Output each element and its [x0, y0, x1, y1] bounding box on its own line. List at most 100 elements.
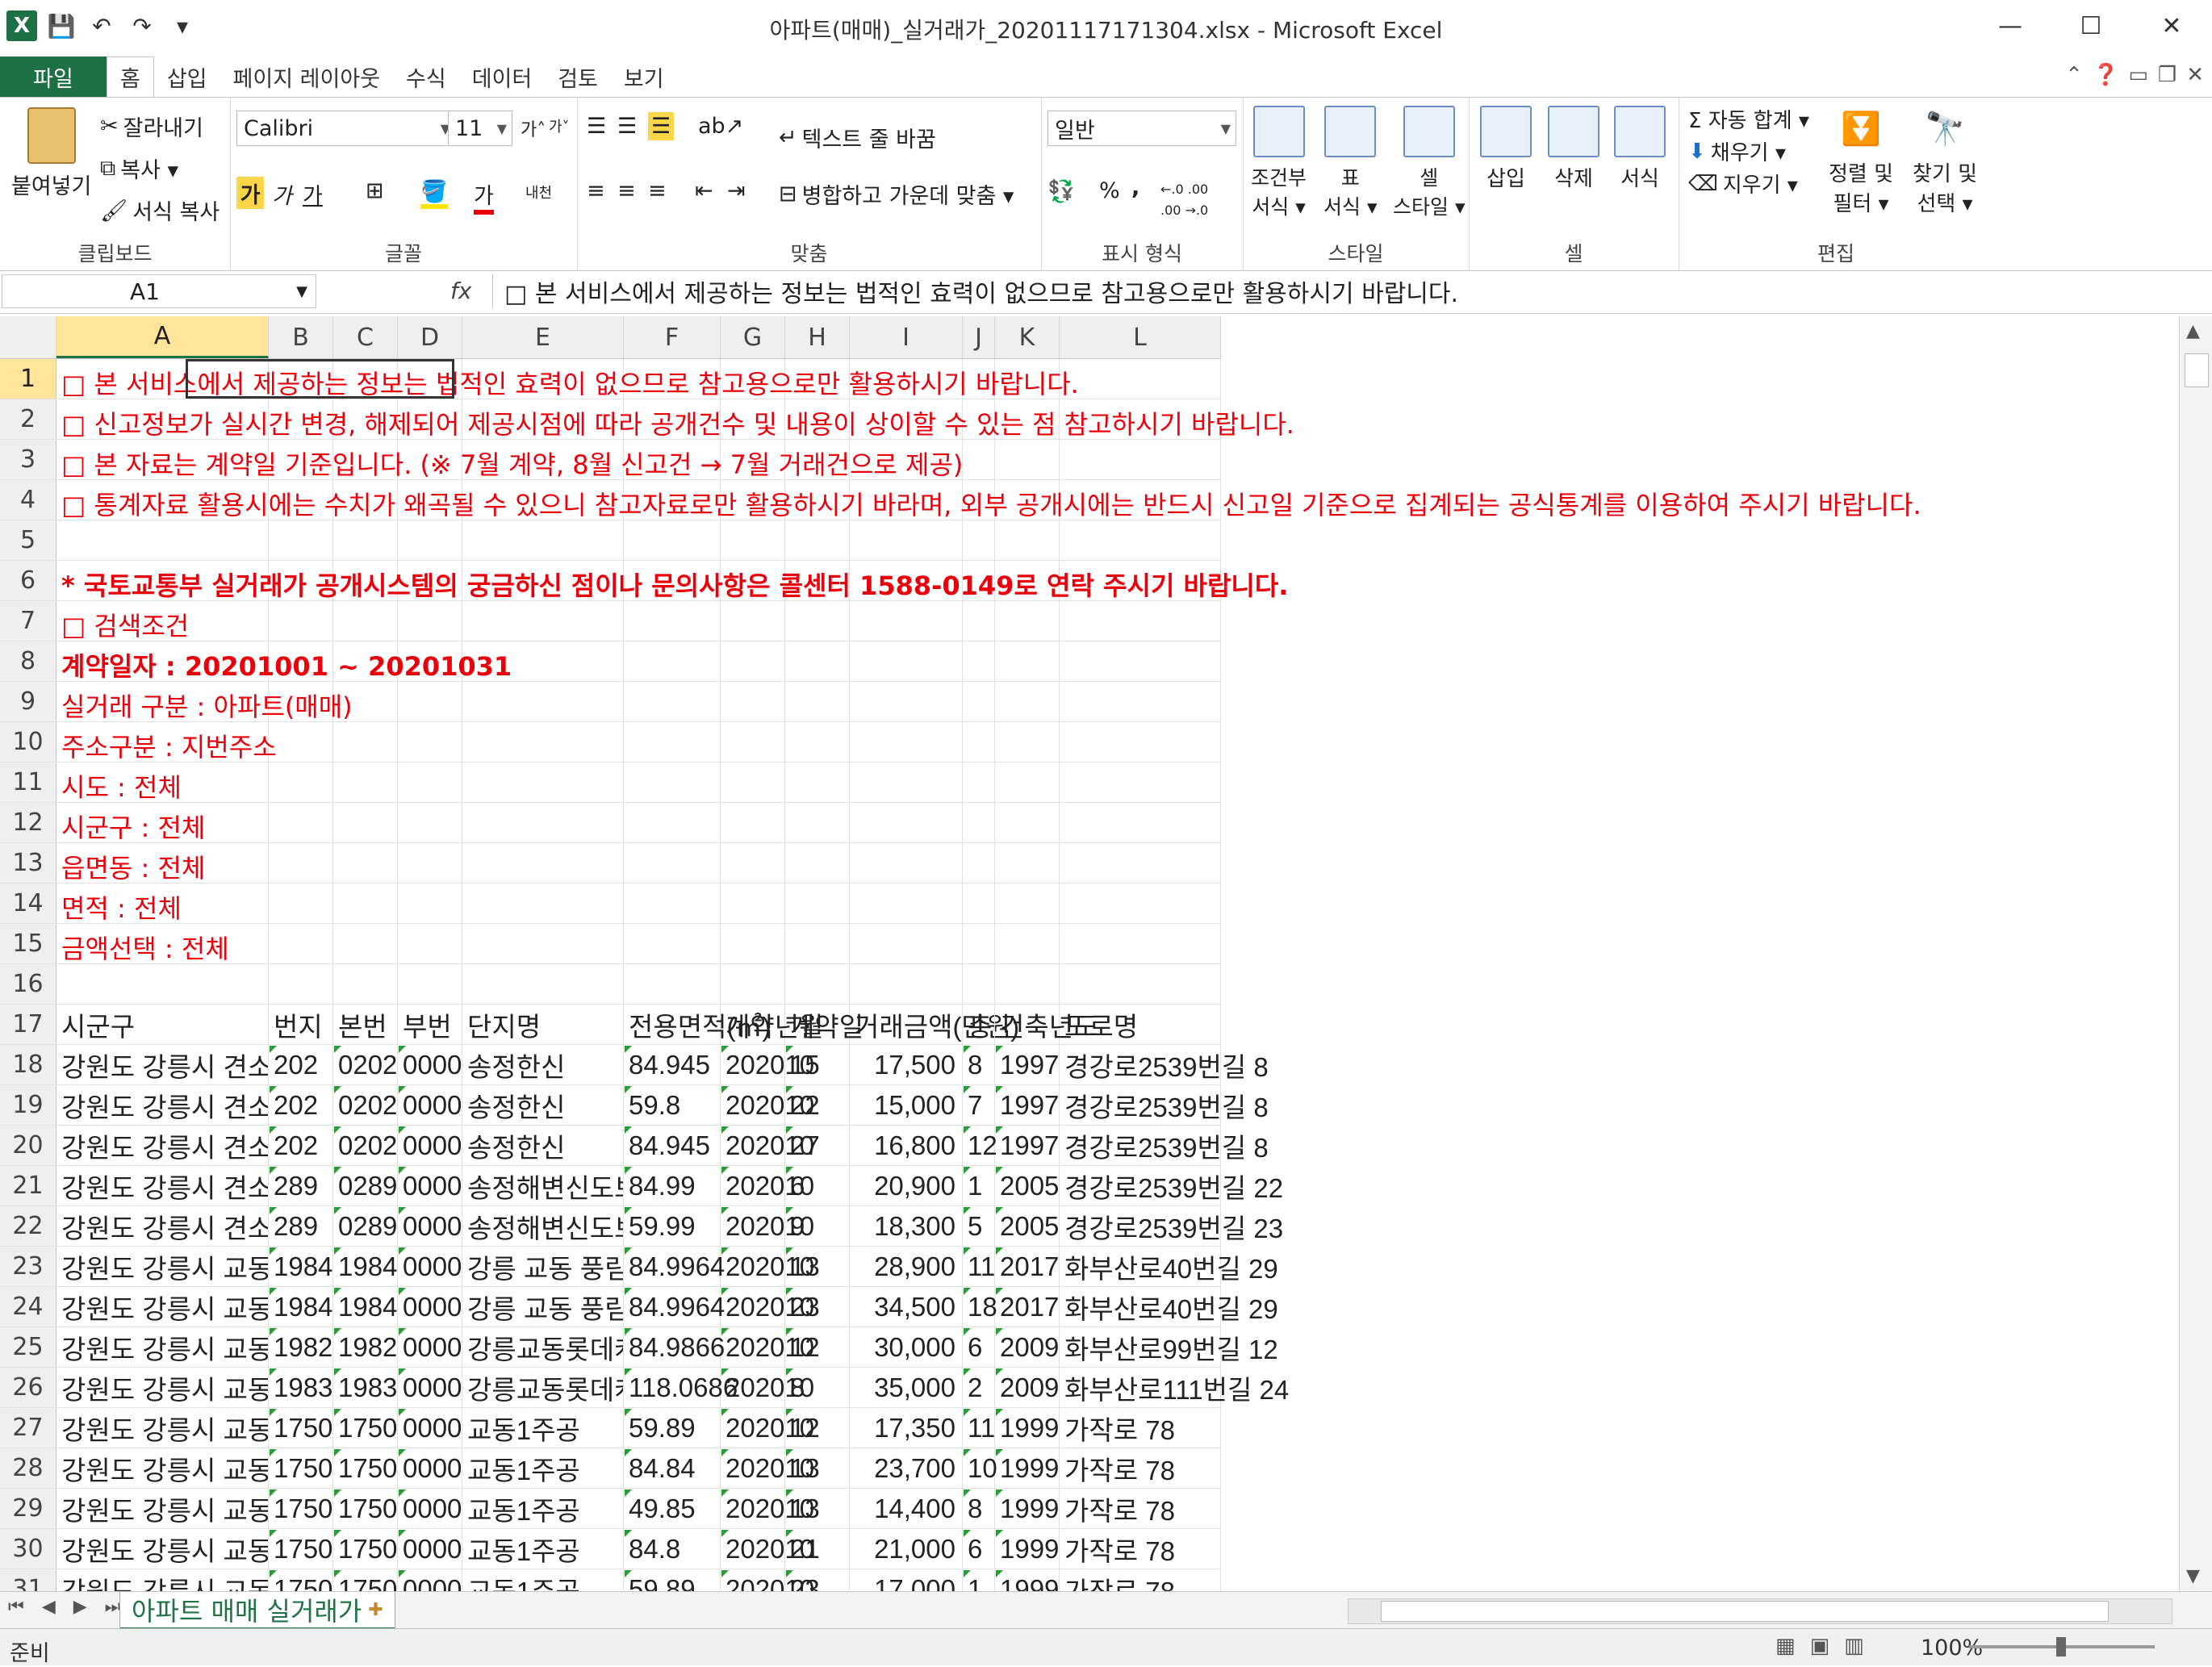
- row-header[interactable]: 12: [0, 803, 56, 842]
- cell[interactable]: [850, 722, 963, 762]
- cell[interactable]: [1060, 682, 1221, 721]
- percent-button[interactable]: %: [1099, 178, 1120, 203]
- row-header[interactable]: 23: [0, 1247, 56, 1286]
- cell[interactable]: 1999: [995, 1569, 1060, 1591]
- row-header[interactable]: 26: [0, 1368, 56, 1407]
- cell[interactable]: 1750: [269, 1569, 333, 1591]
- cell[interactable]: 15: [785, 1045, 850, 1084]
- cell[interactable]: 202010: [721, 1085, 814, 1125]
- row-header[interactable]: 22: [0, 1206, 56, 1246]
- cell[interactable]: [624, 884, 721, 923]
- cell[interactable]: [1060, 601, 1221, 641]
- cell[interactable]: 1750: [269, 1408, 333, 1448]
- horizontal-scroll-thumb[interactable]: [1381, 1601, 2109, 1622]
- cell[interactable]: 1983: [333, 1368, 398, 1407]
- cell[interactable]: 1999: [995, 1529, 1060, 1569]
- cell[interactable]: 202010: [721, 1287, 814, 1326]
- row-header[interactable]: 4: [0, 480, 56, 520]
- cell[interactable]: [56, 964, 269, 1004]
- cell[interactable]: 경강로2539번길 23: [1060, 1206, 1283, 1246]
- help-icon[interactable]: ❓: [2093, 63, 2118, 87]
- cell[interactable]: [624, 520, 721, 560]
- cell[interactable]: 0000: [398, 1529, 462, 1569]
- cell[interactable]: [721, 843, 785, 883]
- cell[interactable]: 202010: [721, 1206, 814, 1246]
- cell[interactable]: [624, 641, 721, 681]
- cell[interactable]: [333, 520, 398, 560]
- cell[interactable]: [963, 682, 995, 721]
- cell[interactable]: 강원도 강릉시 교동: [56, 1408, 269, 1448]
- cell[interactable]: [624, 803, 721, 842]
- column-header-g[interactable]: G: [721, 316, 785, 358]
- cell[interactable]: [269, 601, 333, 641]
- cell[interactable]: [624, 722, 721, 762]
- cell[interactable]: 강원도 강릉시 교동: [56, 1529, 269, 1569]
- cell[interactable]: [1060, 884, 1221, 923]
- cell[interactable]: [995, 884, 1060, 923]
- cell[interactable]: 2009: [995, 1368, 1060, 1407]
- cell[interactable]: [398, 964, 462, 1004]
- cell[interactable]: 202: [269, 1045, 333, 1084]
- cell[interactable]: 11: [963, 1408, 995, 1448]
- cell[interactable]: 강릉교동롯데캐슬2단지: [462, 1368, 624, 1407]
- cell[interactable]: [269, 520, 333, 560]
- sort-filter-button[interactable]: ⏬ 정렬 및 필터 ▾: [1829, 104, 1893, 217]
- cell[interactable]: 8: [963, 1489, 995, 1528]
- cell[interactable]: 교동1주공: [462, 1489, 624, 1528]
- cell[interactable]: 6: [963, 1327, 995, 1367]
- increase-decimal-button[interactable]: ←.0 .00: [1160, 182, 1208, 197]
- cell[interactable]: [721, 762, 785, 802]
- row-header[interactable]: 11: [0, 762, 56, 802]
- cell[interactable]: [398, 762, 462, 802]
- cell[interactable]: 5: [963, 1206, 995, 1246]
- cell[interactable]: [333, 843, 398, 883]
- cell[interactable]: [1060, 359, 1221, 399]
- minimize-button[interactable]: —: [1970, 0, 2051, 52]
- column-header-a[interactable]: A: [56, 316, 269, 358]
- cell[interactable]: 0202: [333, 1045, 398, 1084]
- cell[interactable]: 84.84: [624, 1448, 721, 1488]
- cell[interactable]: [995, 641, 1060, 681]
- cell[interactable]: 강원도 강릉시 교동: [56, 1247, 269, 1286]
- cell[interactable]: [963, 843, 995, 883]
- cell[interactable]: [269, 843, 333, 883]
- cell[interactable]: 경강로2539번길 8: [1060, 1045, 1269, 1084]
- cell[interactable]: [269, 722, 333, 762]
- row-header[interactable]: 29: [0, 1489, 56, 1528]
- cell[interactable]: [721, 682, 785, 721]
- cell[interactable]: 강릉 교동 풍림아이원 (: [462, 1247, 624, 1286]
- cell[interactable]: [269, 803, 333, 842]
- format-painter-button[interactable]: 🖌 서식 복사: [100, 194, 220, 226]
- cell[interactable]: [995, 440, 1060, 479]
- prev-sheet-icon[interactable]: ◀: [42, 1597, 56, 1617]
- cell[interactable]: 강원도 강릉시 교동: [56, 1287, 269, 1326]
- cell[interactable]: 1997: [995, 1085, 1060, 1125]
- vertical-scroll-thumb[interactable]: [2185, 353, 2209, 387]
- cell[interactable]: 0000: [398, 1448, 462, 1488]
- tab-review[interactable]: 검토: [545, 56, 611, 97]
- next-sheet-icon[interactable]: ▶: [73, 1597, 87, 1617]
- cell[interactable]: 0000: [398, 1085, 462, 1125]
- row-header[interactable]: 1: [0, 359, 56, 399]
- cell[interactable]: [624, 762, 721, 802]
- row-header[interactable]: 28: [0, 1448, 56, 1488]
- cell[interactable]: 1999: [995, 1408, 1060, 1448]
- row-header[interactable]: 27: [0, 1408, 56, 1448]
- cell[interactable]: [721, 884, 785, 923]
- cell[interactable]: 번지: [269, 1005, 333, 1044]
- last-sheet-icon[interactable]: ⏭: [105, 1597, 121, 1617]
- row-header[interactable]: 25: [0, 1327, 56, 1367]
- borders-button[interactable]: ⊞: [366, 178, 384, 203]
- conditional-format-button[interactable]: 조건부 서식 ▾: [1251, 106, 1307, 220]
- formula-input[interactable]: □ 본 서비스에서 제공하는 정보는 법적인 효력이 없으므로 참고용으로만 활…: [492, 274, 2179, 308]
- cell[interactable]: [333, 884, 398, 923]
- cell[interactable]: [333, 601, 398, 641]
- wrap-text-button[interactable]: ↵ 텍스트 줄 바꿈: [779, 122, 936, 153]
- row-header[interactable]: 8: [0, 641, 56, 681]
- cell[interactable]: [850, 843, 963, 883]
- cell[interactable]: 1982: [333, 1327, 398, 1367]
- cell[interactable]: [721, 924, 785, 963]
- cell[interactable]: [624, 843, 721, 883]
- align-left-button[interactable]: ≡: [587, 178, 605, 203]
- decrease-indent-button[interactable]: ⇤: [695, 178, 713, 203]
